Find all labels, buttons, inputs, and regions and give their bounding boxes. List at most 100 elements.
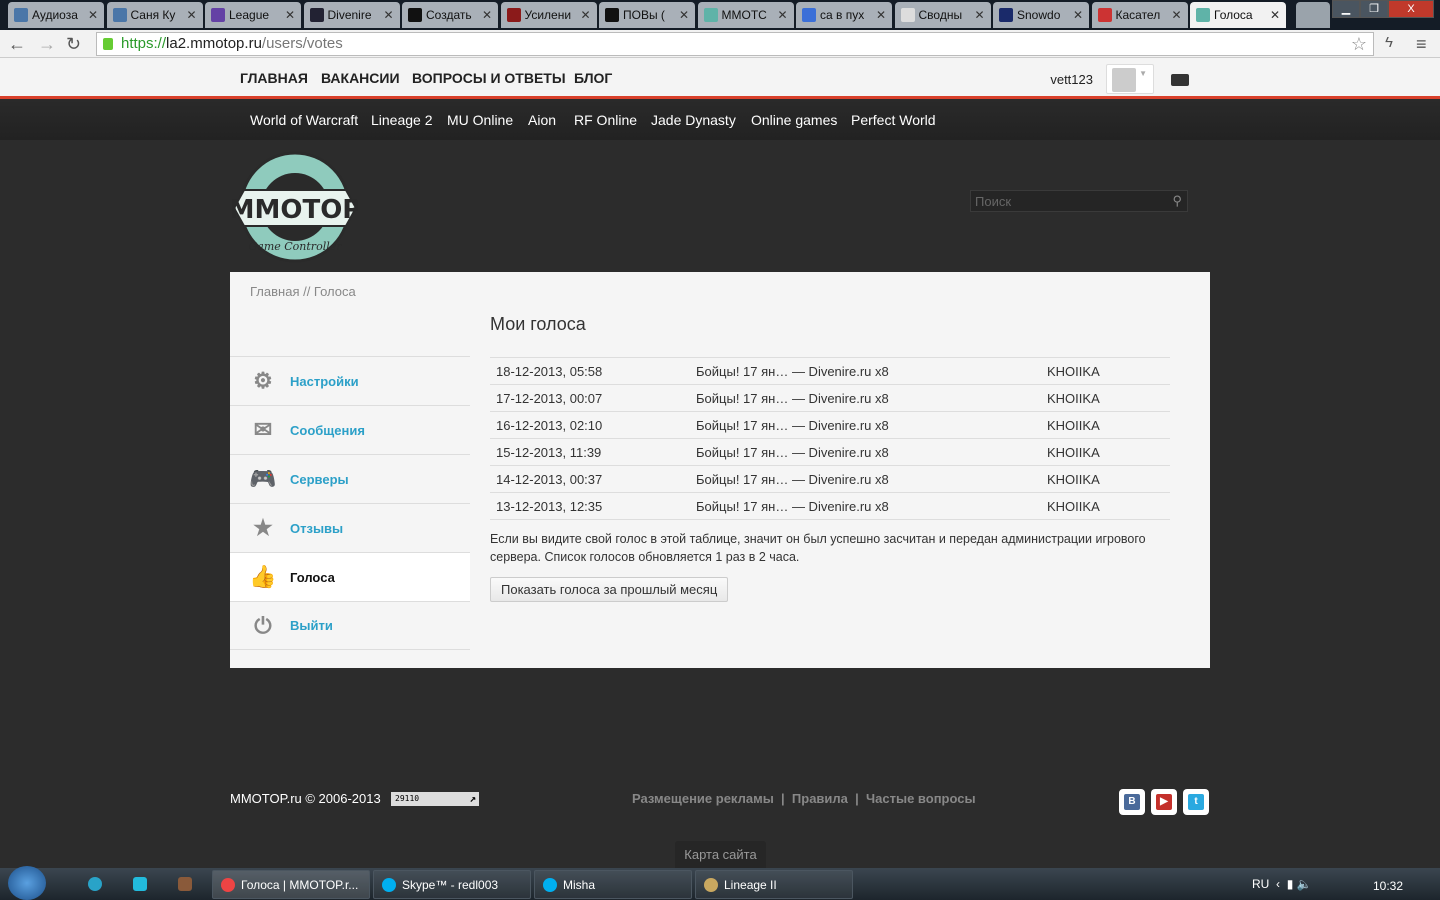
language-indicator[interactable]: RU: [1252, 877, 1269, 891]
tab-close-icon[interactable]: ✕: [1270, 8, 1280, 22]
tab-favicon-icon: [999, 8, 1013, 22]
game-wow[interactable]: World of Warcraft: [250, 112, 358, 128]
sidebar-item[interactable]: 👍 Голоса: [230, 552, 470, 601]
vote-server[interactable]: Бойцы! 17 ян… — Divenire.ru x8: [690, 411, 1041, 439]
footer-link-rules[interactable]: Правила: [792, 791, 848, 806]
tab-favicon-icon: [1097, 8, 1112, 22]
extension-icon[interactable]: ϟ: [1385, 34, 1393, 51]
tab-title: Усилени: [524, 8, 572, 22]
game-online[interactable]: Online games: [751, 112, 837, 128]
close-window-button[interactable]: X: [1388, 0, 1434, 18]
browser-tab[interactable]: Усилени ✕: [500, 2, 597, 28]
sidebar-icon: ⚙: [253, 368, 273, 393]
tray-expand-icon[interactable]: ‹: [1276, 877, 1280, 891]
tab-close-icon[interactable]: ✕: [482, 8, 492, 22]
tab-close-icon[interactable]: ✕: [285, 8, 295, 22]
media-player-icon[interactable]: [88, 877, 102, 891]
address-bar[interactable]: https://la2.mmotop.ru/users/votes ☆: [96, 32, 1374, 56]
browser-tab[interactable]: Аудиоза ✕: [8, 2, 104, 28]
visit-counter[interactable]: 29110 ↗: [391, 792, 479, 806]
start-button[interactable]: [8, 866, 46, 900]
browser-tab[interactable]: Divenire ✕: [303, 2, 400, 28]
volume-icon[interactable]: 🔈: [1297, 877, 1312, 891]
back-button[interactable]: ←: [8, 34, 26, 55]
sidebar-item[interactable]: ✉ Сообщения: [230, 405, 470, 454]
tab-favicon-icon: [900, 8, 915, 22]
vote-server[interactable]: Бойцы! 17 ян… — Divenire.ru x8: [690, 438, 1041, 466]
app-icon[interactable]: [178, 877, 192, 891]
tab-close-icon[interactable]: ✕: [974, 8, 984, 22]
new-tab-button[interactable]: [1296, 2, 1330, 28]
network-icon[interactable]: ▮: [1287, 877, 1294, 891]
browser-tab[interactable]: Snowdo ✕: [993, 2, 1089, 28]
vote-server[interactable]: Бойцы! 17 ян… — Divenire.ru x8: [690, 384, 1041, 412]
lock-icon: [103, 38, 113, 50]
sidebar-item[interactable]: ★ Отзывы: [230, 503, 470, 552]
forward-button[interactable]: →: [38, 34, 56, 55]
nav-home[interactable]: ГЛАВНАЯ: [240, 70, 308, 86]
mail-icon[interactable]: [1171, 74, 1189, 86]
browser-tab[interactable]: Саня Ку ✕: [106, 2, 203, 28]
app-icon[interactable]: [133, 877, 147, 891]
tab-close-icon[interactable]: ✕: [1073, 8, 1083, 22]
sidebar-item[interactable]: 🎮 Серверы: [230, 454, 470, 503]
social-button[interactable]: B: [1119, 789, 1145, 815]
nav-vacancies[interactable]: ВАКАНСИИ: [321, 70, 400, 86]
taskbar-item[interactable]: Lineage II: [695, 870, 853, 899]
social-button[interactable]: t: [1183, 789, 1209, 815]
taskbar-item[interactable]: Голоса | MMOTOP.r...: [212, 870, 370, 899]
tab-close-icon[interactable]: ✕: [186, 8, 196, 22]
taskbar-item[interactable]: Misha: [534, 870, 692, 899]
username[interactable]: vett123: [1050, 72, 1093, 87]
nav-qa[interactable]: ВОПРОСЫ И ОТВЕТЫ: [412, 70, 566, 86]
browser-tab[interactable]: Голоса ✕: [1190, 2, 1286, 28]
tab-close-icon[interactable]: ✕: [876, 8, 886, 22]
game-nav: World of Warcraft Lineage 2 MU Online Ai…: [0, 99, 1440, 140]
bookmark-star-icon[interactable]: ☆: [1351, 33, 1367, 55]
tab-close-icon[interactable]: ✕: [777, 8, 787, 22]
vote-server[interactable]: Бойцы! 17 ян… — Divenire.ru x8: [690, 492, 1041, 520]
game-rf[interactable]: RF Online: [574, 112, 637, 128]
browser-tab[interactable]: Касател ✕: [1091, 2, 1188, 28]
mmotop-logo[interactable]: MMOTOP Game Controller: [232, 150, 358, 264]
avatar-icon: [1112, 68, 1136, 92]
tab-close-icon[interactable]: ✕: [679, 8, 689, 22]
browser-tab[interactable]: League ✕: [205, 2, 301, 28]
game-jade[interactable]: Jade Dynasty: [651, 112, 736, 128]
footer-link-ads[interactable]: Размещение рекламы: [632, 791, 774, 806]
show-last-month-button[interactable]: Показать голоса за прошлый месяц: [490, 577, 729, 602]
minimize-button[interactable]: ▁: [1332, 0, 1360, 18]
game-aion[interactable]: Aion: [528, 112, 556, 128]
browser-tab[interactable]: са в пух ✕: [796, 2, 892, 28]
vote-server[interactable]: Бойцы! 17 ян… — Divenire.ru x8: [690, 357, 1041, 385]
menu-icon[interactable]: ≡: [1416, 34, 1427, 55]
clock[interactable]: 10:32: [1373, 879, 1403, 893]
maximize-button[interactable]: ❐: [1360, 0, 1388, 18]
game-pw[interactable]: Perfect World: [851, 112, 936, 128]
browser-tab[interactable]: ПОВы (✕: [599, 2, 695, 28]
game-lineage2[interactable]: Lineage 2: [371, 112, 433, 128]
browser-tab[interactable]: Сводны ✕: [894, 2, 991, 28]
footer-link-faq[interactable]: Частые вопросы: [866, 791, 976, 806]
nav-blog[interactable]: БЛОГ: [574, 70, 612, 86]
tab-close-icon[interactable]: ✕: [88, 8, 98, 22]
game-mu[interactable]: MU Online: [447, 112, 513, 128]
tab-close-icon[interactable]: ✕: [580, 8, 590, 22]
reload-button[interactable]: ↻: [66, 34, 81, 55]
sitemap-link[interactable]: Карта сайта: [675, 841, 766, 868]
browser-tab[interactable]: MMOTC ✕: [697, 2, 794, 28]
taskbar-item[interactable]: Skype™ - redl003: [373, 870, 531, 899]
tab-close-icon[interactable]: ✕: [1171, 8, 1181, 22]
sidebar-item-label: Отзывы: [290, 520, 344, 536]
search-icon[interactable]: ⚲: [1172, 193, 1182, 209]
sidebar-item[interactable]: ⏻ Выйти: [230, 601, 470, 650]
sidebar-item[interactable]: ⚙ Настройки: [230, 356, 470, 405]
tab-close-icon[interactable]: ✕: [383, 8, 393, 22]
search-input[interactable]: Поиск ⚲: [970, 190, 1188, 212]
table-row: 17-12-2013, 00:07 Бойцы! 17 ян… — Divenir…: [490, 384, 1170, 412]
browser-tab[interactable]: Создать ✕: [402, 2, 498, 28]
user-menu-button[interactable]: ▼: [1106, 64, 1154, 94]
vote-server[interactable]: Бойцы! 17 ян… — Divenire.ru x8: [690, 465, 1041, 493]
social-button[interactable]: ▶: [1151, 789, 1177, 815]
taskbar-app-icon: [543, 877, 557, 892]
